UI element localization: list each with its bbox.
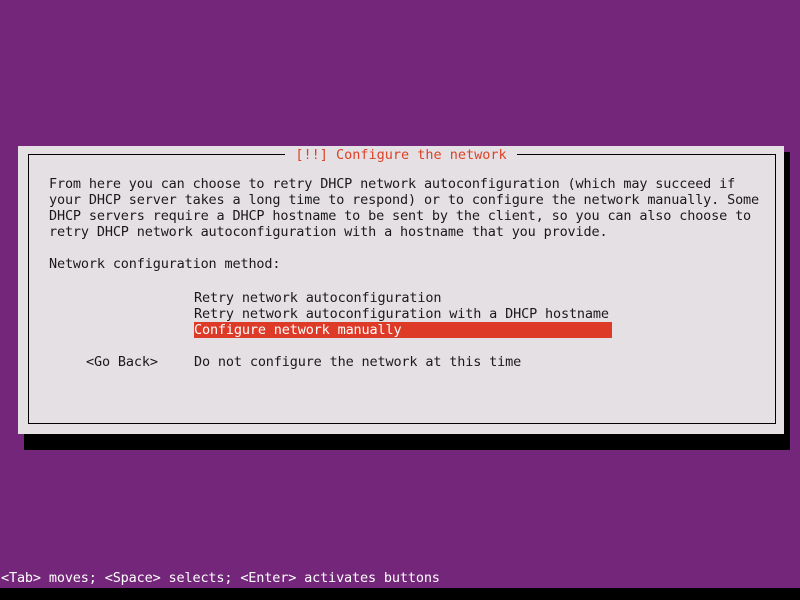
- bottom-black-strip: [0, 588, 800, 600]
- menu-item-configure-network-manually[interactable]: Configure network manually: [194, 322, 612, 338]
- body-text-line: your DHCP server takes a long time to re…: [49, 192, 760, 208]
- menu-item-retry-autoconfiguration[interactable]: Retry network autoconfiguration: [194, 290, 612, 306]
- go-back-button[interactable]: <Go Back>: [86, 354, 158, 370]
- body-text-line: retry DHCP network autoconfiguration wit…: [49, 224, 608, 240]
- installer-screen: [!!] Configure the network From here you…: [0, 0, 800, 600]
- keyboard-help-status-bar: <Tab> moves; <Space> selects; <Enter> ac…: [0, 568, 800, 588]
- menu-item-do-not-configure[interactable]: Do not configure the network at this tim…: [194, 354, 612, 370]
- network-configuration-method-label: Network configuration method:: [49, 256, 281, 272]
- configure-network-dialog: [!!] Configure the network From here you…: [18, 146, 784, 434]
- network-method-menu[interactable]: Retry network autoconfiguration Retry ne…: [194, 290, 612, 370]
- body-text-line: DHCP servers require a DHCP hostname to …: [49, 208, 752, 224]
- menu-spacer: [194, 338, 612, 354]
- dialog-content: From here you can choose to retry DHCP n…: [49, 176, 764, 422]
- text-spacer: [49, 240, 764, 256]
- menu-item-retry-autoconfiguration-hostname[interactable]: Retry network autoconfiguration with a D…: [194, 306, 612, 322]
- body-text-line: From here you can choose to retry DHCP n…: [49, 176, 736, 192]
